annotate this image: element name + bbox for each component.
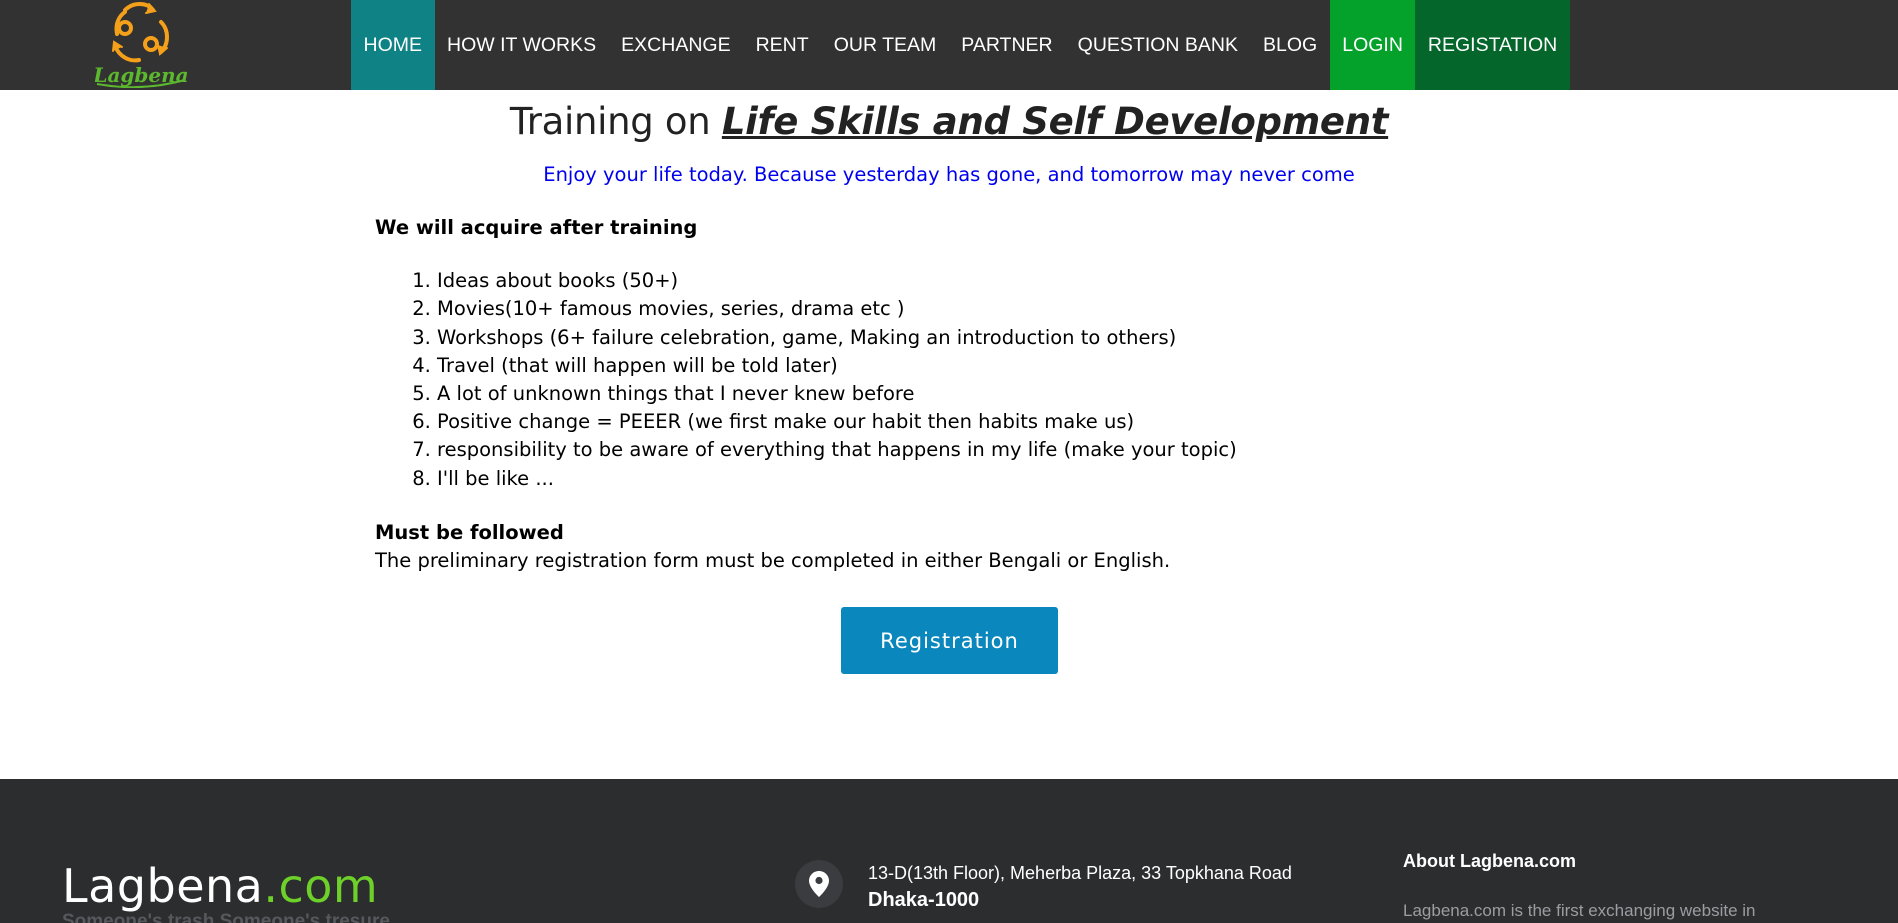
about-text: Lagbena.com is the first exchanging webs… [1403,901,1756,920]
brand-tagline: Someone's trash Someone's tresure [62,911,390,923]
page-title: Training on Life Skills and Self Develop… [0,100,1898,143]
recycle-arrows-icon: Lagbena [92,2,189,89]
tagline: Enjoy your life today. Because yesterday… [543,163,1355,186]
list-item: Positive change = PEEER (we first make o… [437,408,1525,436]
nav-partner[interactable]: PARTNER [949,0,1065,90]
list-item: Ideas about books (50+) [437,267,1525,295]
training-content: We will acquire after training Ideas abo… [375,214,1525,575]
list-item: Workshops (6+ failure celebration, game,… [437,324,1525,352]
nav-question-bank[interactable]: QUESTION BANK [1065,0,1250,90]
nav-rent[interactable]: RENT [743,0,821,90]
follow-heading: Must be followed [375,520,564,544]
follow-text: The preliminary registration form must b… [375,549,1171,573]
acquire-list: Ideas about books (50+) Movies(10+ famou… [375,267,1525,493]
footer-address: 13-D(13th Floor), Meherba Plaza, 33 Topk… [868,863,1292,883]
map-pin-icon [809,871,829,897]
list-item: Travel (that will happen will be told la… [437,352,1525,380]
main-nav: HOME HOW IT WORKS EXCHANGE RENT OUR TEAM… [351,0,1570,90]
brand-tld: .com [263,859,379,913]
footer-city: Dhaka-1000 [868,889,980,911]
footer: Lagbena.com Someone's trash Someone's tr… [0,779,1898,923]
acquire-heading: We will acquire after training [375,216,698,239]
nav-how-it-works[interactable]: HOW IT WORKS [435,0,609,90]
title-prefix: Training on [509,100,722,143]
registration-button[interactable]: Registration [841,607,1058,674]
top-navbar: Lagbena HOME HOW IT WORKS EXCHANGE RENT … [0,0,1898,90]
brand-name: Lagbena [62,859,264,913]
list-item: A lot of unknown things that I never kne… [437,380,1525,408]
about-title: About Lagbena.com [1403,851,1577,871]
list-item: responsibility to be aware of everything… [437,436,1525,464]
nav-our-team[interactable]: OUR TEAM [821,0,949,90]
nav-registration[interactable]: REGISTATION [1415,0,1570,90]
nav-login[interactable]: LOGIN [1329,0,1416,90]
location-badge [795,860,843,908]
footer-brand[interactable]: Lagbena.com [62,859,378,913]
nav-blog[interactable]: BLOG [1251,0,1330,90]
nav-home[interactable]: HOME [351,0,435,90]
list-item: Movies(10+ famous movies, series, drama … [437,295,1525,323]
lagbena-logo[interactable]: Lagbena [92,0,189,89]
nav-exchange[interactable]: EXCHANGE [609,0,743,90]
title-emphasis: Life Skills and Self Development [721,100,1389,143]
list-item: I'll be like ... [437,465,1525,493]
